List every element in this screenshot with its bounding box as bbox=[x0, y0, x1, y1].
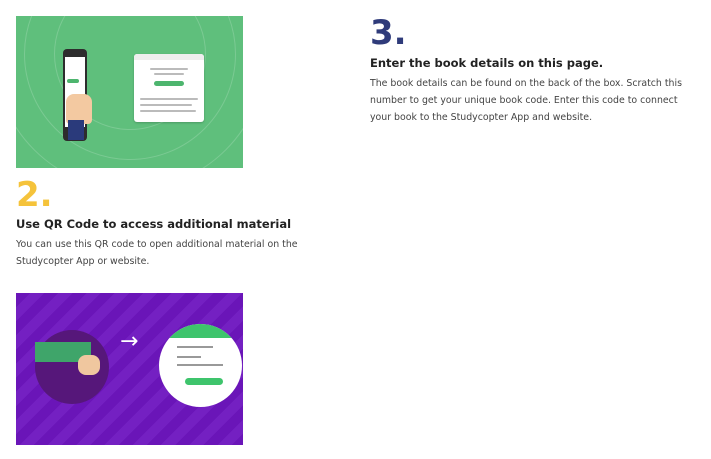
browser-window-icon bbox=[134, 54, 204, 122]
step-2-description: You can use this QR code to open additio… bbox=[16, 239, 298, 267]
step-3-number: 3. bbox=[370, 13, 407, 53]
step-2-number: 2. bbox=[16, 175, 53, 215]
step-3-heading: Enter the book details on this page. bbox=[370, 56, 604, 70]
step-2-heading: Use QR Code to access additional materia… bbox=[16, 217, 292, 231]
arrow-right-icon: → bbox=[120, 329, 139, 354]
step-3-description: The book details can be found on the bac… bbox=[370, 78, 682, 123]
hand-icon bbox=[78, 355, 100, 375]
book-code-illustration: → bbox=[16, 293, 243, 445]
enter-code-screen-icon bbox=[159, 324, 242, 407]
qr-scan-illustration bbox=[16, 16, 243, 168]
